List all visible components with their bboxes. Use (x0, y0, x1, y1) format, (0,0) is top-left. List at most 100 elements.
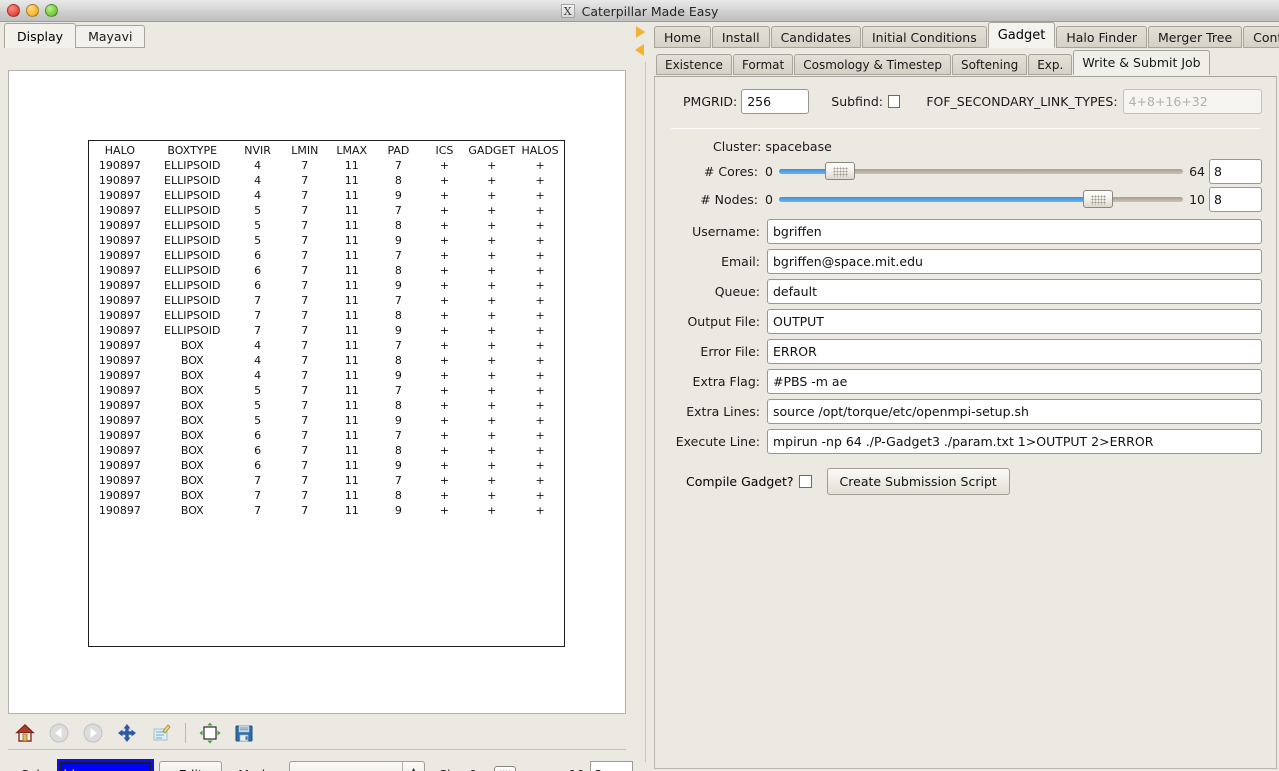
tab-contam[interactable]: Contam. (1243, 26, 1279, 48)
subtab-label: Format (741, 57, 785, 72)
marker-select[interactable]: o ▲▼ (289, 760, 426, 771)
table-cell: 5 (254, 384, 262, 397)
username-input[interactable]: bgriffen (767, 218, 1262, 244)
table-row[interactable]: 190897 ELLIPSOID 7 7 11 8 + + + (89, 308, 564, 323)
fof-input[interactable]: 4+8+16+32 (1122, 89, 1262, 114)
subtab-write-submit-job[interactable]: Write & Submit Job (1073, 50, 1210, 75)
subtab-softening[interactable]: Softening (951, 54, 1028, 75)
table-cell: + (439, 219, 450, 232)
tab-mayavi-label: Mayavi (88, 29, 133, 44)
table-row[interactable]: 190897 BOX 4 7 11 8 + + + (89, 353, 564, 368)
table-row[interactable]: 190897 ELLIPSOID 6 7 11 7 + + + (89, 248, 564, 263)
table-row[interactable]: 190897 BOX 6 7 11 7 + + + (89, 428, 564, 443)
subtab-exp[interactable]: Exp. (1028, 54, 1073, 75)
minimize-window-button[interactable] (26, 4, 39, 17)
tab-install[interactable]: Install (711, 26, 770, 48)
plot-canvas[interactable]: HALO BOXTYPE NVIR LMIN LMAX PAD ICS GADGET HALOS… (8, 70, 626, 714)
table-cell: ELLIPSOID (164, 279, 221, 292)
triangle-right-icon[interactable] (636, 26, 645, 38)
table-row[interactable]: 190897 BOX 5 7 11 9 + + + (89, 413, 564, 428)
table-row[interactable]: 190897 ELLIPSOID 7 7 11 7 + + + (89, 293, 564, 308)
nodes-slider-handle[interactable] (1083, 190, 1114, 208)
table-cell: + (439, 249, 450, 262)
save-disk-icon[interactable] (227, 718, 261, 748)
extra-lines-value: source /opt/torque/etc/openmpi-setup.sh (773, 403, 1029, 419)
subtab-existence[interactable]: Existence (656, 54, 732, 75)
home-icon[interactable] (8, 718, 42, 748)
tab-display[interactable]: Display (4, 23, 77, 48)
table-cell: + (439, 279, 450, 292)
table-row[interactable]: 190897 ELLIPSOID 5 7 11 7 + + + (89, 203, 564, 218)
table-row[interactable]: 190897 BOX 4 7 11 7 + + + (89, 338, 564, 353)
cluster-label: Cluster: spacebase (713, 139, 832, 154)
subtab-label: Write & Submit Job (1082, 55, 1201, 70)
queue-row: Queue: default (669, 278, 1262, 304)
table-cell: + (439, 504, 450, 517)
chevron-updown-icon: ▲▼ (402, 761, 424, 771)
table-row[interactable]: 190897 ELLIPSOID 7 7 11 9 + + + (89, 323, 564, 338)
tab-mayavi[interactable]: Mayavi (75, 25, 146, 48)
table-row[interactable]: 190897 BOX 5 7 11 7 + + + (89, 383, 564, 398)
table-cell: 11 (344, 234, 359, 247)
pmgrid-input[interactable]: 256 (741, 89, 810, 114)
cores-slider[interactable] (778, 161, 1184, 181)
subtab-cosmology-timestep[interactable]: Cosmology & Timestep (794, 54, 951, 75)
pan-move-icon[interactable] (110, 718, 144, 748)
output-file-input[interactable]: OUTPUT (767, 308, 1262, 334)
table-cell: + (487, 339, 497, 352)
table-cell: 7 (301, 204, 309, 217)
cores-input[interactable]: 8 (1209, 158, 1262, 184)
tab-halo-finder[interactable]: Halo Finder (1056, 26, 1147, 48)
execute-line-input[interactable]: mpirun -np 64 ./P-Gadget3 ./param.txt 1>… (767, 428, 1262, 454)
table-cell: + (487, 174, 497, 187)
pane-splitter[interactable] (633, 22, 650, 771)
subfind-checkbox[interactable] (888, 95, 901, 108)
table-row[interactable]: 190897 BOX 4 7 11 9 + + + (89, 368, 564, 383)
table-cell: 11 (344, 339, 359, 352)
size-input[interactable]: 2 (589, 761, 633, 771)
table-cell: 190897 (98, 414, 141, 427)
tab-gadget[interactable]: Gadget (987, 22, 1056, 48)
email-input[interactable]: bgriffen@space.mit.edu (767, 248, 1262, 274)
subtab-format[interactable]: Format (732, 54, 794, 75)
back-arrow-icon[interactable] (42, 718, 76, 748)
table-row[interactable]: 190897 BOX 6 7 11 9 + + + (89, 458, 564, 473)
size-slider-handle[interactable] (494, 766, 517, 771)
color-swatch[interactable]: blue (56, 759, 155, 771)
table-row[interactable]: 190897 ELLIPSOID 4 7 11 8 + + + (89, 173, 564, 188)
table-row[interactable]: 190897 BOX 7 7 11 8 + + + (89, 488, 564, 503)
cores-slider-handle[interactable] (824, 162, 855, 180)
table-row[interactable]: 190897 BOX 6 7 11 8 + + + (89, 443, 564, 458)
edit-curve-icon[interactable] (144, 718, 178, 748)
table-row[interactable]: 190897 ELLIPSOID 6 7 11 9 + + + (89, 278, 564, 293)
table-row[interactable]: 190897 ELLIPSOID 4 7 11 7 + + + (89, 158, 564, 173)
tab-merger-tree[interactable]: Merger Tree (1147, 26, 1243, 48)
forward-arrow-icon[interactable] (76, 718, 110, 748)
tab-home[interactable]: Home (654, 26, 711, 48)
size-slider[interactable] (482, 765, 564, 771)
tab-candidates[interactable]: Candidates (770, 26, 861, 48)
sub-tabbar: Existence Format Cosmology & Timestep Softe… (650, 50, 1279, 75)
table-row[interactable]: 190897 ELLIPSOID 5 7 11 9 + + + (89, 233, 564, 248)
nodes-slider[interactable] (778, 189, 1184, 209)
triangle-left-icon[interactable] (635, 44, 644, 56)
close-window-button[interactable] (7, 4, 20, 17)
tab-initial-conditions[interactable]: Initial Conditions (861, 26, 987, 48)
compile-gadget-checkbox[interactable] (798, 475, 812, 488)
table-row[interactable]: 190897 ELLIPSOID 6 7 11 8 + + + (89, 263, 564, 278)
table-row[interactable]: 190897 BOX 7 7 11 7 + + + (89, 473, 564, 488)
extra-flag-input[interactable]: #PBS -m ae (767, 368, 1262, 394)
extra-lines-input[interactable]: source /opt/torque/etc/openmpi-setup.sh (767, 398, 1262, 424)
configure-subplots-icon[interactable] (193, 718, 227, 748)
maximize-window-button[interactable] (45, 4, 58, 17)
error-file-input[interactable]: ERROR (767, 338, 1262, 364)
table-row[interactable]: 190897 BOX 5 7 11 8 + + + (89, 398, 564, 413)
queue-input[interactable]: default (767, 278, 1262, 304)
table-row[interactable]: 190897 ELLIPSOID 4 7 11 9 + + + (89, 188, 564, 203)
edit-color-button[interactable]: Edit (159, 761, 223, 771)
nodes-input[interactable]: 8 (1209, 186, 1262, 212)
table-row[interactable]: 190897 BOX 7 7 11 9 + + + (89, 503, 564, 518)
table-cell: 190897 (98, 444, 141, 457)
create-submission-script-button[interactable]: Create Submission Script (826, 468, 1010, 495)
table-row[interactable]: 190897 ELLIPSOID 5 7 11 8 + + + (89, 218, 564, 233)
